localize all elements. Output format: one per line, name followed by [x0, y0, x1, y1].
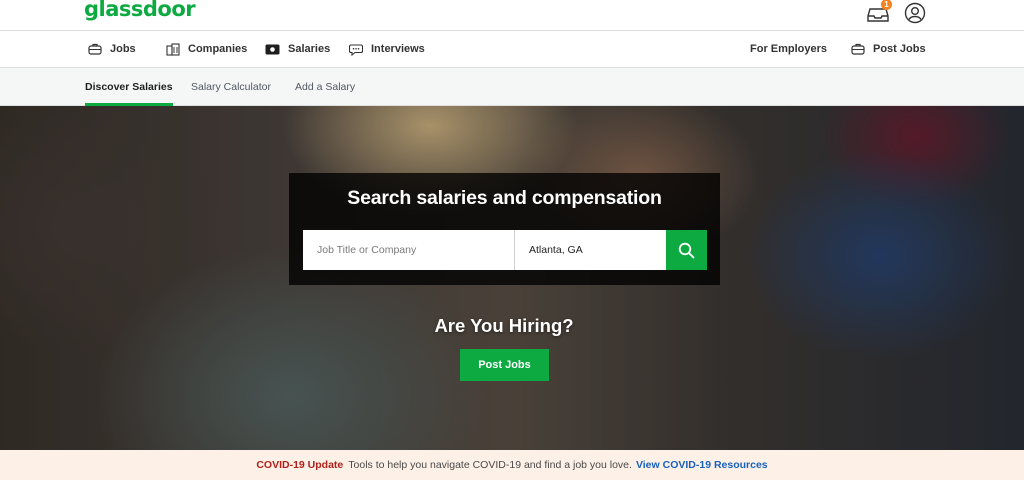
search-button[interactable] — [666, 230, 707, 270]
search-icon — [678, 242, 695, 258]
tab-salary-calculator[interactable]: Salary Calculator — [191, 68, 271, 106]
money-icon — [265, 44, 280, 54]
salary-search-panel: Search salaries and compensation — [289, 173, 720, 285]
main-nav: Jobs Companies Salaries Interviews For E… — [0, 30, 1024, 68]
nav-item-companies[interactable]: Companies — [166, 31, 247, 67]
glassdoor-logo[interactable]: glassdoor — [84, 0, 196, 21]
nav-item-label: Post Jobs — [873, 43, 926, 55]
tab-discover-salaries[interactable]: Discover Salaries — [85, 68, 173, 106]
covid-resources-link[interactable]: View COVID-19 Resources — [636, 459, 768, 471]
nav-item-label: Companies — [188, 43, 248, 55]
nav-item-label: Jobs — [110, 43, 136, 55]
covid-banner-title: COVID-19 Update — [256, 459, 344, 471]
post-jobs-button[interactable]: Post Jobs — [460, 349, 549, 381]
salary-sub-nav: Discover Salaries Salary Calculator Add … — [0, 68, 1024, 106]
user-circle-icon — [904, 2, 926, 24]
tab-add-a-salary[interactable]: Add a Salary — [295, 68, 355, 106]
nav-item-label: Interviews — [371, 43, 425, 55]
briefcase-icon — [851, 43, 865, 55]
nav-item-post-jobs[interactable]: Post Jobs — [851, 31, 926, 67]
top-bar: glassdoor 1 — [0, 0, 1024, 30]
account-button[interactable] — [904, 2, 926, 24]
briefcase-icon — [88, 43, 102, 55]
building-icon — [166, 42, 180, 56]
notification-badge: 1 — [881, 0, 892, 10]
job-title-company-input[interactable] — [303, 230, 514, 270]
covid-banner-text: Tools to help you navigate COVID-19 and … — [348, 459, 632, 471]
location-input[interactable] — [514, 230, 666, 270]
nav-item-jobs[interactable]: Jobs — [88, 31, 136, 67]
nav-item-salaries[interactable]: Salaries — [265, 31, 330, 67]
search-title: Search salaries and compensation — [347, 187, 662, 209]
nav-item-label: For Employers — [750, 43, 828, 55]
covid-banner: COVID-19 Update Tools to help you naviga… — [0, 450, 1024, 480]
nav-item-label: Salaries — [288, 43, 331, 55]
chat-icon — [349, 43, 363, 56]
nav-item-for-employers[interactable]: For Employers — [750, 31, 827, 67]
page-bottom — [0, 480, 1024, 485]
hero-section: Search salaries and compensation Are You… — [0, 106, 1024, 450]
hiring-heading: Are You Hiring? — [434, 315, 574, 336]
nav-item-interviews[interactable]: Interviews — [349, 31, 425, 67]
